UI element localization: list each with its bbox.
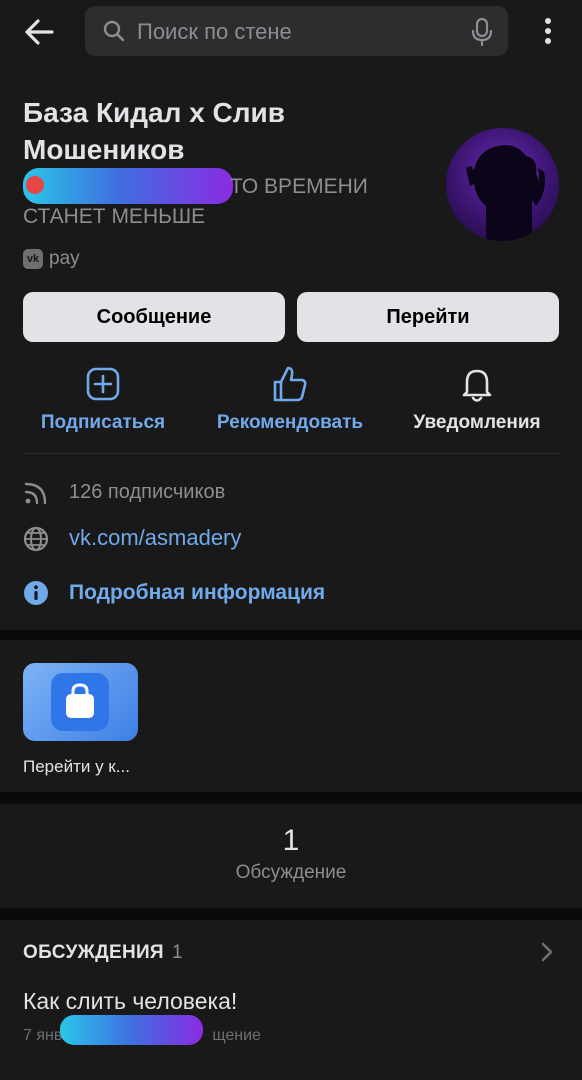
community-status: ТО ВРЕМЕНИ СТАНЕТ МЕНЬШЕ bbox=[23, 175, 368, 228]
recommend-label: Рекомендовать bbox=[216, 412, 364, 433]
discussions-count: 1 bbox=[172, 942, 183, 963]
redacted-blur bbox=[60, 1015, 203, 1045]
globe-icon bbox=[23, 526, 49, 552]
shop-section: Перейти у к... bbox=[0, 640, 582, 792]
community-header: База Кидал х Слив Мошеников ТО ВРЕМЕНИ С… bbox=[0, 64, 582, 630]
bell-icon bbox=[462, 369, 492, 402]
counter-label: Обсуждение bbox=[235, 862, 347, 883]
chevron-right-icon[interactable] bbox=[539, 940, 555, 964]
website-link[interactable]: vk.com/asmadery bbox=[69, 525, 241, 551]
more-info-link: Подробная информация bbox=[69, 581, 326, 604]
go-button[interactable]: Перейти bbox=[297, 292, 559, 342]
notifications-button[interactable]: Уведомления bbox=[392, 362, 562, 434]
topic-title[interactable]: Как слить человека! bbox=[23, 988, 237, 1015]
vk-logo-icon: vk bbox=[23, 249, 43, 269]
info-icon bbox=[24, 581, 48, 605]
subscribe-label: Подписаться bbox=[40, 412, 166, 433]
back-arrow-icon[interactable] bbox=[20, 14, 60, 50]
shop-label[interactable]: Перейти у к... bbox=[23, 757, 130, 777]
search-placeholder: Поиск по стене bbox=[137, 19, 292, 44]
community-title: База Кидал х Слив Мошеников bbox=[23, 97, 285, 165]
avatar[interactable] bbox=[446, 128, 559, 241]
more-vertical-icon[interactable] bbox=[537, 16, 559, 46]
shop-inner bbox=[51, 673, 109, 731]
thumbs-up-icon bbox=[273, 366, 307, 402]
subscribers-count: 126 подписчиков bbox=[69, 481, 226, 503]
divider bbox=[23, 453, 559, 454]
recommend-button[interactable]: Рекомендовать bbox=[205, 362, 375, 434]
avatar-silhouette bbox=[466, 145, 545, 241]
counter-value: 1 bbox=[282, 824, 300, 857]
discussions-section: ОБСУЖДЕНИЯ 1 Как слить человека! 7 янв ще… bbox=[0, 920, 582, 1080]
shopping-bag-icon bbox=[66, 683, 94, 718]
shop-tile[interactable] bbox=[23, 663, 138, 741]
plus-square-icon bbox=[86, 367, 120, 401]
microphone-icon[interactable] bbox=[470, 17, 494, 47]
search-icon bbox=[103, 20, 125, 42]
subscribe-button[interactable]: Подписаться bbox=[18, 362, 188, 434]
rss-icon bbox=[24, 482, 47, 505]
discussions-counter[interactable]: 1 Обсуждение bbox=[0, 804, 582, 908]
topic-meta-date: 7 янв bbox=[23, 1027, 63, 1044]
topic-meta-suffix: щение bbox=[212, 1027, 261, 1044]
search-input[interactable]: Поиск по стене bbox=[85, 6, 508, 56]
top-bar: Поиск по стене bbox=[0, 0, 582, 64]
message-button[interactable]: Сообщение bbox=[23, 292, 285, 342]
notifications-label: Уведомления bbox=[413, 412, 541, 433]
discussions-title: ОБСУЖДЕНИЯ bbox=[23, 942, 164, 963]
vk-pay-label: pay bbox=[49, 248, 80, 269]
